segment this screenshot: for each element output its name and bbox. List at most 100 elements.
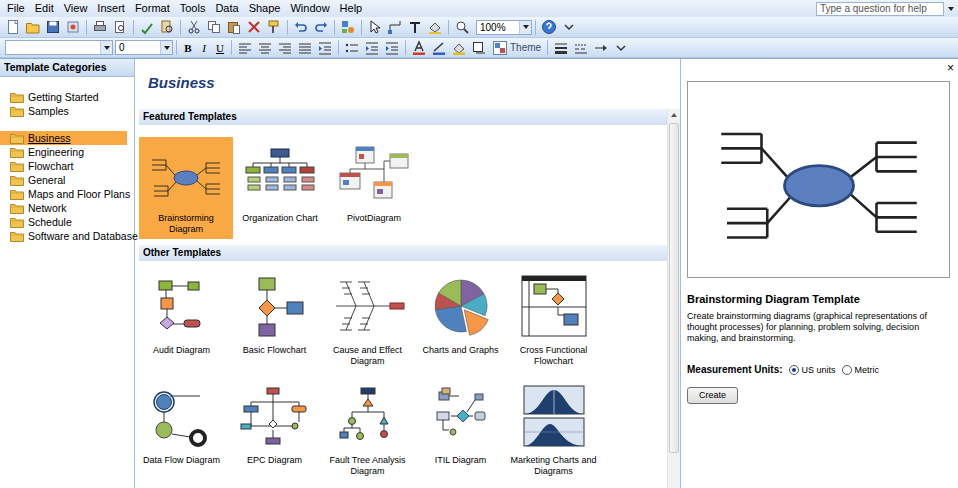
- outdent-icon[interactable]: [382, 38, 402, 57]
- font-size-field-dropdown-icon[interactable]: [160, 41, 172, 54]
- create-button[interactable]: Create: [687, 387, 738, 404]
- sidebar-item[interactable]: Network: [0, 201, 127, 215]
- sidebar-item[interactable]: Engineering: [0, 145, 127, 159]
- scissors-icon[interactable]: [184, 18, 204, 37]
- unit-option[interactable]: Metric: [842, 365, 880, 375]
- menu-item[interactable]: File: [2, 0, 30, 17]
- toolbar-options-chevron-icon[interactable]: [559, 18, 579, 37]
- sidebar-item[interactable]: Maps and Floor Plans: [0, 187, 127, 201]
- menu-item[interactable]: Tools: [175, 0, 211, 17]
- redo-arrow-icon[interactable]: [311, 18, 331, 37]
- sidebar-item[interactable]: Schedule: [0, 215, 127, 229]
- menu-item[interactable]: Edit: [30, 0, 59, 17]
- toolbar-separator: [180, 20, 181, 35]
- text-style-button[interactable]: B: [180, 39, 196, 56]
- font-size-field[interactable]: 0: [115, 40, 173, 55]
- delete-cross-icon[interactable]: [244, 18, 264, 37]
- template-tile[interactable]: Audit Diagram: [135, 267, 228, 367]
- fishbone-diagram-icon: [328, 267, 408, 345]
- magnifier-icon[interactable]: [452, 18, 472, 37]
- radio-button[interactable]: [789, 365, 799, 375]
- scroll-thumb[interactable]: [669, 123, 679, 453]
- help-search-box[interactable]: [816, 2, 944, 16]
- spelling-icon[interactable]: [137, 18, 157, 37]
- menu-item[interactable]: Format: [130, 0, 175, 17]
- undo-arrow-icon[interactable]: [291, 18, 311, 37]
- save-disk-icon[interactable]: [43, 18, 63, 37]
- menu-item[interactable]: Shape: [244, 0, 286, 17]
- line-color-icon[interactable]: [429, 38, 449, 57]
- indent-icon[interactable]: [362, 38, 382, 57]
- text-tool-icon[interactable]: [405, 18, 425, 37]
- align-right-icon[interactable]: [275, 38, 295, 57]
- shadow-icon[interactable]: [469, 38, 489, 57]
- template-tile[interactable]: Fault Tree Analysis Diagram: [321, 377, 414, 477]
- pivot-diagram-icon: [334, 139, 414, 213]
- font-color-icon[interactable]: [409, 38, 429, 57]
- sidebar-item[interactable]: Software and Database: [0, 229, 127, 243]
- paste-icon[interactable]: [224, 18, 244, 37]
- close-button[interactable]: ×: [945, 62, 956, 74]
- theme-button[interactable]: Theme: [489, 40, 544, 56]
- help-question-icon[interactable]: [539, 18, 559, 37]
- line-pattern-icon[interactable]: [571, 38, 591, 57]
- toolbar-separator: [547, 40, 548, 55]
- text-style-button[interactable]: U: [212, 39, 228, 56]
- line-ends-icon[interactable]: [591, 38, 611, 57]
- font-name-field[interactable]: [5, 40, 113, 55]
- formatting-options-chevron-icon[interactable]: [611, 38, 631, 57]
- zoom-field[interactable]: 100%: [476, 20, 532, 35]
- template-tile[interactable]: Cross Functional Flowchart: [507, 267, 600, 367]
- shapes-icon[interactable]: [338, 18, 358, 37]
- vertical-scrollbar[interactable]: [667, 109, 680, 488]
- preview-description: Create brainstorming diagrams (graphical…: [687, 311, 950, 344]
- new-document-icon[interactable]: [3, 18, 23, 37]
- menu-item[interactable]: View: [59, 0, 93, 17]
- text-block-icon[interactable]: [315, 38, 335, 57]
- align-left-icon[interactable]: [235, 38, 255, 57]
- sidebar-item[interactable]: Business: [0, 131, 127, 145]
- template-tile[interactable]: Organization Chart: [233, 137, 327, 239]
- open-folder-icon[interactable]: [23, 18, 43, 37]
- menu-item[interactable]: Data: [210, 0, 243, 17]
- template-tile[interactable]: Basic Flowchart: [228, 267, 321, 367]
- print-preview-icon[interactable]: [110, 18, 130, 37]
- fill-bucket-icon[interactable]: [425, 18, 445, 37]
- copy-icon[interactable]: [204, 18, 224, 37]
- printer-icon[interactable]: [90, 18, 110, 37]
- template-tile[interactable]: PivotDiagram: [327, 137, 421, 239]
- bullets-icon[interactable]: [342, 38, 362, 57]
- template-tile[interactable]: Cause and Effect Diagram: [321, 267, 414, 367]
- pointer-icon[interactable]: [365, 18, 385, 37]
- template-tile[interactable]: Charts and Graphs: [414, 267, 507, 367]
- unit-option[interactable]: US units: [789, 365, 836, 375]
- justify-icon[interactable]: [295, 38, 315, 57]
- sidebar-item[interactable]: Samples: [0, 104, 127, 118]
- template-tile[interactable]: ITIL Diagram: [414, 377, 507, 477]
- line-weight-icon[interactable]: [551, 38, 571, 57]
- font-name-field-dropdown-icon[interactable]: [100, 41, 112, 54]
- zoom-field-dropdown-icon[interactable]: [519, 21, 531, 34]
- menu-item[interactable]: Insert: [92, 0, 130, 17]
- category-sidebar: Template CategoriesGetting StartedSample…: [0, 59, 135, 488]
- sidebar-item[interactable]: Getting Started: [0, 90, 127, 104]
- template-tile[interactable]: Brainstorming Diagram: [139, 137, 233, 239]
- template-tile[interactable]: EPC Diagram: [228, 377, 321, 477]
- help-dropdown-icon[interactable]: [948, 7, 954, 11]
- fill-color-icon[interactable]: [449, 38, 469, 57]
- menu-item[interactable]: Help: [335, 0, 368, 17]
- template-tile[interactable]: Data Flow Diagram: [135, 377, 228, 477]
- sidebar-item[interactable]: Flowchart: [0, 159, 127, 173]
- template-tile[interactable]: Marketing Charts and Diagrams: [507, 377, 600, 477]
- radio-button[interactable]: [842, 365, 852, 375]
- scroll-up-icon[interactable]: [671, 109, 677, 121]
- text-style-button[interactable]: I: [196, 39, 212, 56]
- connector-icon[interactable]: [385, 18, 405, 37]
- menu-item[interactable]: Window: [285, 0, 334, 17]
- align-center-icon[interactable]: [255, 38, 275, 57]
- sidebar-item[interactable]: General: [0, 173, 127, 187]
- research-book-icon[interactable]: [157, 18, 177, 37]
- folder-icon: [10, 133, 24, 144]
- format-painter-icon[interactable]: [264, 18, 284, 37]
- permission-icon[interactable]: [63, 18, 83, 37]
